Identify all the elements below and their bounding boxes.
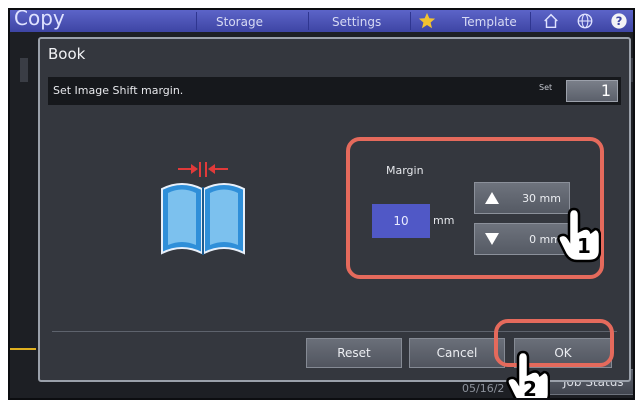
menu-storage[interactable]: Storage (216, 15, 263, 29)
menu-divider (196, 12, 197, 30)
message-bar: Set Image Shift margin. Set 1 (48, 77, 621, 105)
set-count-field[interactable]: 1 (566, 80, 618, 102)
callout-number: 1 (577, 234, 591, 258)
copier-screen: Copy Storage Settings Template ? 05/16/2… (8, 8, 635, 400)
background-accent (10, 348, 36, 350)
top-menu-bar: Copy Storage Settings Template ? (10, 10, 633, 32)
menu-divider (530, 12, 531, 30)
book-icon (161, 162, 245, 255)
menu-template[interactable]: Template (462, 15, 517, 29)
star-icon[interactable] (418, 12, 436, 30)
cancel-button[interactable]: Cancel (409, 338, 505, 368)
home-icon[interactable] (542, 12, 560, 30)
tap-hand-icon: 2 (506, 350, 550, 400)
background-datetime: 05/16/2 (462, 382, 505, 395)
svg-text:?: ? (616, 14, 623, 28)
menu-settings[interactable]: Settings (332, 15, 381, 29)
tap-hand-icon: 1 (557, 207, 601, 263)
instruction-text: Set Image Shift margin. (53, 84, 184, 97)
menu-divider (308, 12, 309, 30)
globe-icon[interactable] (576, 12, 594, 30)
callout-number: 2 (523, 377, 537, 400)
app-title: Copy (14, 8, 65, 30)
menu-divider (410, 12, 411, 30)
background-strip (20, 58, 28, 82)
reset-button[interactable]: Reset (306, 338, 402, 368)
help-icon[interactable]: ? (610, 12, 628, 30)
dialog-title: Book (48, 45, 86, 63)
set-label: Set (539, 83, 553, 92)
